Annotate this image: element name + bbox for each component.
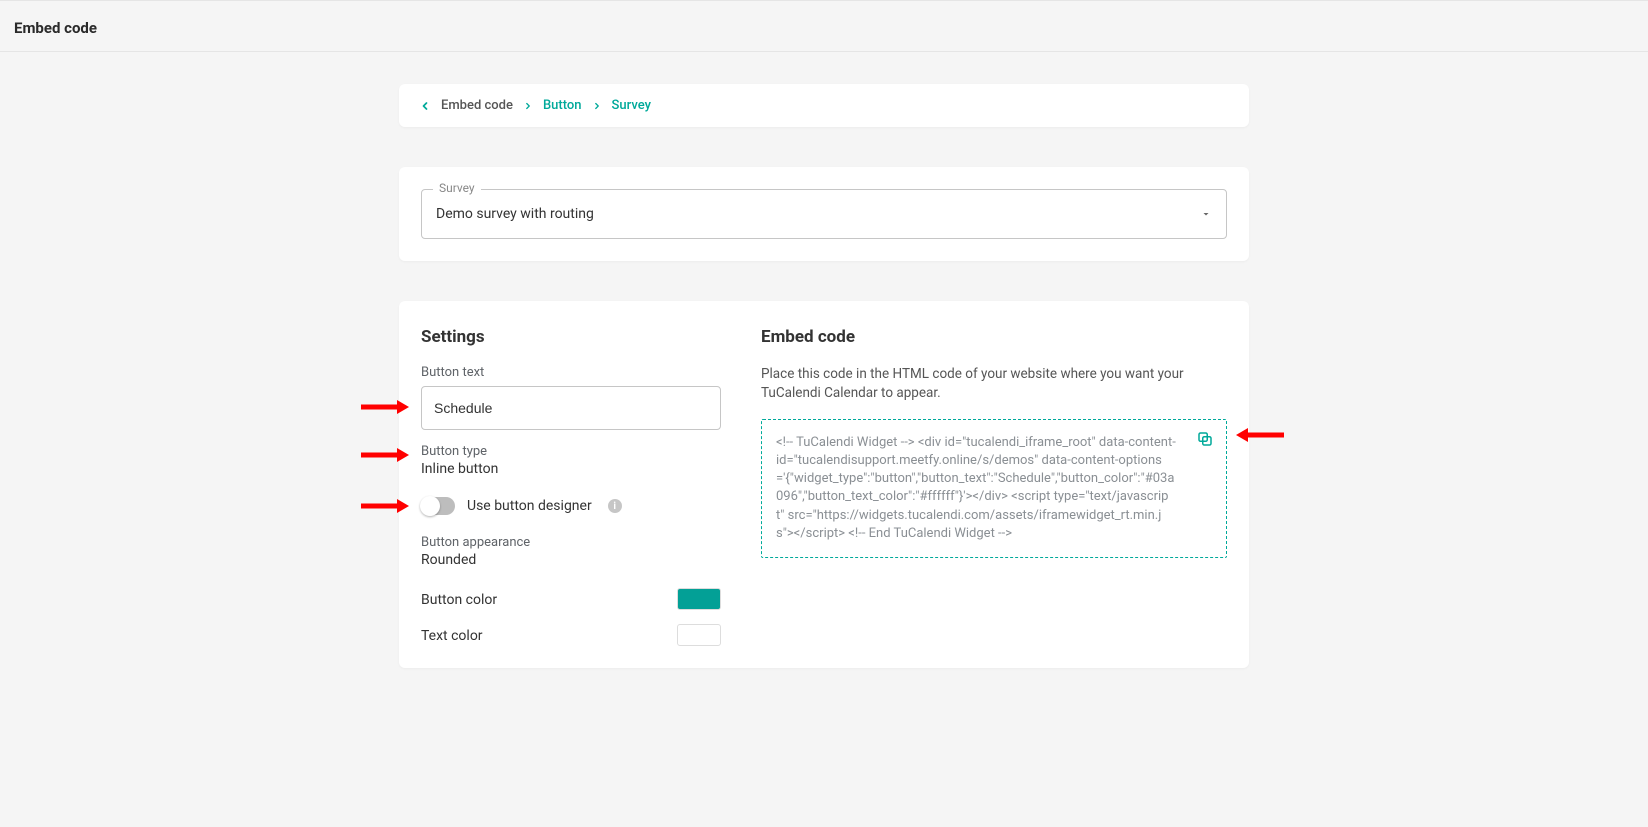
button-type-value: Inline button [421, 461, 721, 477]
page-title-text: Embed code [14, 19, 97, 37]
survey-select[interactable]: Demo survey with routing [421, 189, 1227, 239]
use-designer-toggle[interactable] [421, 497, 455, 515]
embed-heading: Embed code [761, 327, 1227, 347]
breadcrumb-link-button[interactable]: Button [543, 98, 582, 113]
text-color-label: Text color [421, 628, 483, 644]
embed-code-text: <!-- TuCalendi Widget --> <div id="tucal… [776, 435, 1176, 541]
annotation-arrow-icon [359, 398, 409, 416]
settings-card: Settings Button text Button type Inline … [399, 301, 1249, 668]
survey-field-label: Survey [433, 181, 481, 195]
button-appearance-label: Button appearance [421, 535, 721, 550]
embed-code-box[interactable]: <!-- TuCalendi Widget --> <div id="tucal… [761, 419, 1227, 558]
survey-select-card: Survey Demo survey with routing [399, 167, 1249, 261]
survey-field: Survey Demo survey with routing [421, 189, 1227, 239]
page-title: Embed code [0, 0, 1648, 52]
chevron-right-icon [592, 101, 602, 111]
button-color-label: Button color [421, 592, 497, 608]
embed-column: Embed code Place this code in the HTML c… [761, 323, 1227, 646]
button-type-label: Button type [421, 444, 721, 459]
embed-description: Place this code in the HTML code of your… [761, 365, 1227, 403]
button-color-swatch[interactable] [677, 588, 721, 610]
button-text-label: Button text [421, 365, 721, 380]
settings-heading: Settings [421, 327, 721, 347]
toggle-knob [420, 496, 440, 516]
use-designer-label: Use button designer [467, 498, 592, 514]
breadcrumb-link-survey[interactable]: Survey [612, 98, 651, 113]
annotation-arrow-icon [359, 497, 409, 515]
info-icon[interactable]: i [608, 499, 622, 513]
button-text-input[interactable] [421, 386, 721, 430]
copy-icon[interactable] [1196, 430, 1214, 448]
text-color-swatch[interactable] [677, 624, 721, 646]
button-appearance-value: Rounded [421, 552, 721, 568]
survey-select-value: Demo survey with routing [436, 206, 594, 222]
chevron-right-icon [523, 101, 533, 111]
annotation-arrow-icon [1236, 426, 1286, 444]
settings-column: Settings Button text Button type Inline … [421, 323, 721, 646]
chevron-down-icon [1200, 208, 1212, 220]
breadcrumb-root: Embed code [441, 98, 513, 113]
annotation-arrow-icon [359, 446, 409, 464]
back-icon[interactable] [419, 100, 431, 112]
breadcrumb: Embed code Button Survey [399, 84, 1249, 127]
